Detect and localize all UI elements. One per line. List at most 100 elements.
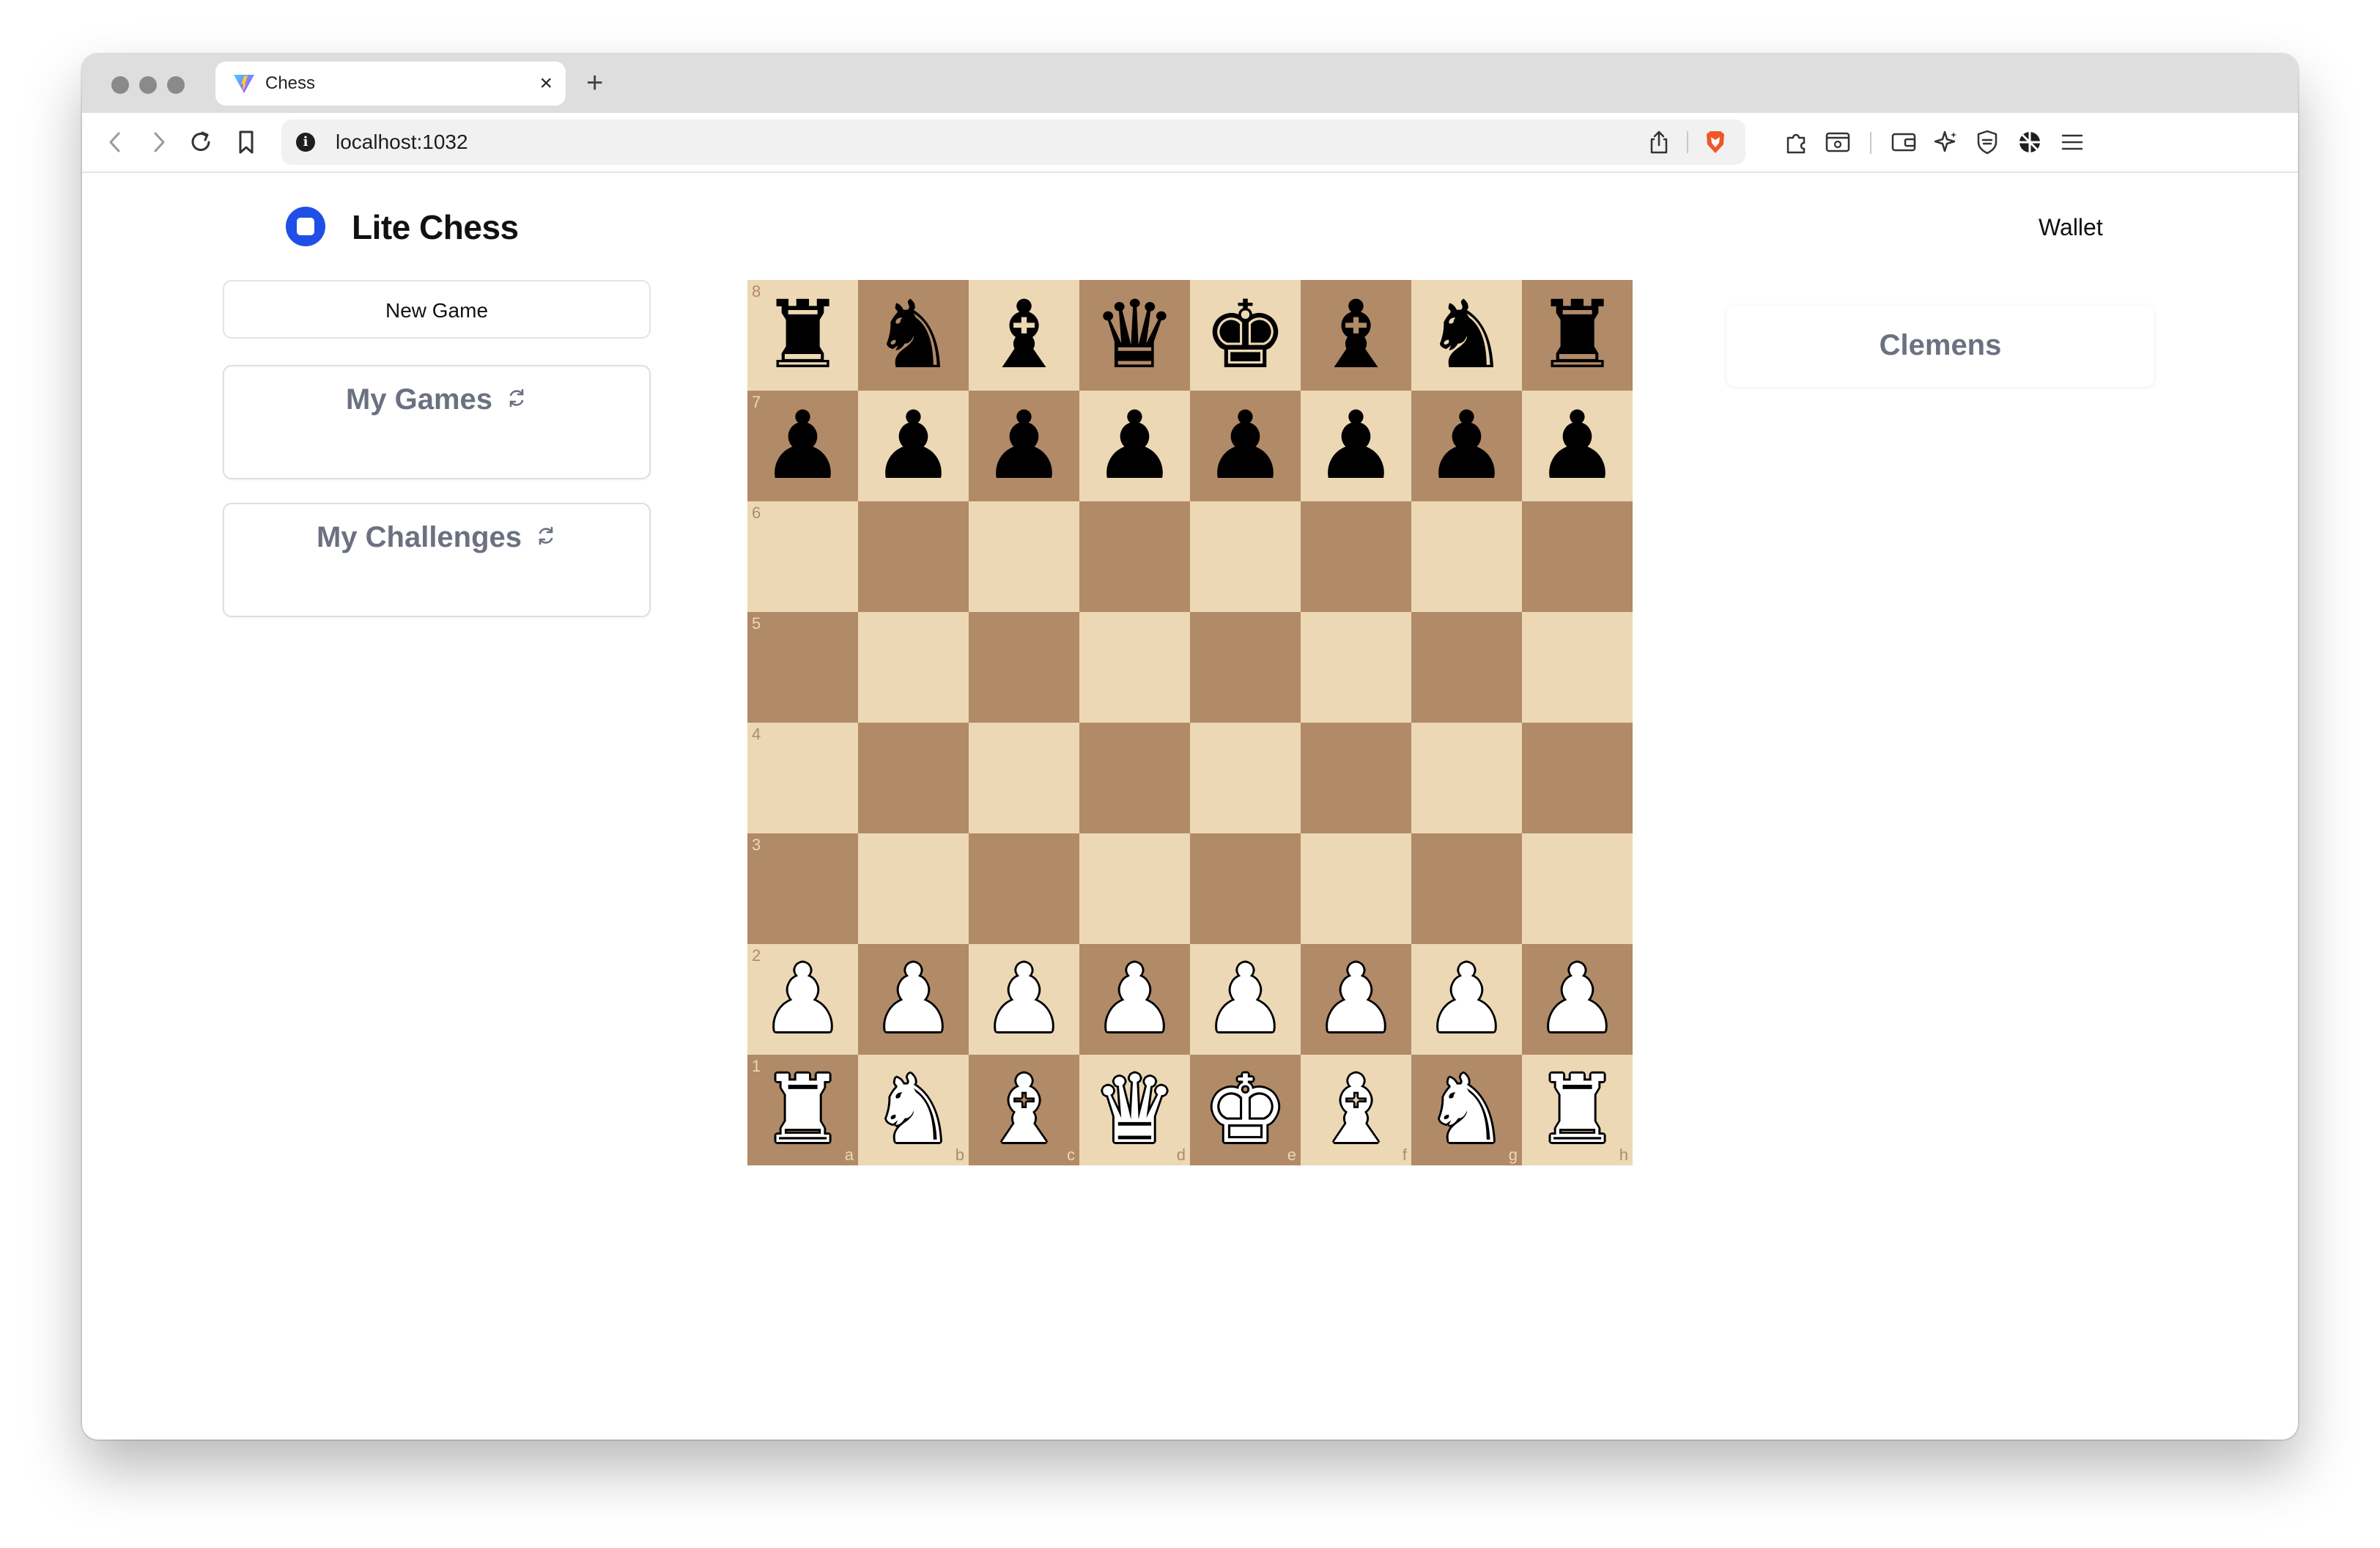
square-c7[interactable]: ♟ — [969, 391, 1079, 501]
black-rook-icon[interactable]: ♜ — [747, 280, 858, 391]
white-pawn-icon[interactable]: ♟ — [1522, 944, 1633, 1055]
extensions-icon[interactable] — [1781, 126, 1813, 158]
square-d7[interactable]: ♟ — [1079, 391, 1190, 501]
black-pawn-icon[interactable]: ♟ — [858, 391, 969, 501]
square-g2[interactable]: ♟ — [1411, 944, 1522, 1055]
white-rook-icon[interactable]: ♜ — [747, 1055, 858, 1165]
square-e4[interactable] — [1190, 723, 1301, 833]
white-queen-icon[interactable]: ♛ — [1079, 1055, 1190, 1165]
square-a6[interactable]: 6 — [747, 501, 858, 612]
close-window-button[interactable] — [111, 76, 129, 94]
white-king-icon[interactable]: ♚ — [1190, 1055, 1301, 1165]
square-b2[interactable]: ♟ — [858, 944, 969, 1055]
white-pawn-icon[interactable]: ♟ — [1301, 944, 1411, 1055]
square-e1[interactable]: e ♚ — [1190, 1055, 1301, 1165]
square-h6[interactable] — [1522, 501, 1633, 612]
square-a7[interactable]: 7 ♟ — [747, 391, 858, 501]
square-f5[interactable] — [1301, 612, 1411, 723]
square-h8[interactable]: ♜ — [1522, 280, 1633, 391]
square-a3[interactable]: 3 — [747, 833, 858, 944]
square-c5[interactable] — [969, 612, 1079, 723]
black-pawn-icon[interactable]: ♟ — [1079, 391, 1190, 501]
square-d5[interactable] — [1079, 612, 1190, 723]
refresh-challenges-icon[interactable] — [535, 525, 557, 547]
close-tab-icon[interactable]: × — [539, 69, 552, 98]
square-b1[interactable]: b ♞ — [858, 1055, 969, 1165]
square-h5[interactable] — [1522, 612, 1633, 723]
white-bishop-icon[interactable]: ♝ — [969, 1055, 1079, 1165]
square-f3[interactable] — [1301, 833, 1411, 944]
square-e8[interactable]: ♚ — [1190, 280, 1301, 391]
square-h2[interactable]: ♟ — [1522, 944, 1633, 1055]
black-knight-icon[interactable]: ♞ — [1411, 280, 1522, 391]
square-g4[interactable] — [1411, 723, 1522, 833]
black-bishop-icon[interactable]: ♝ — [969, 280, 1079, 391]
reader-mode-icon[interactable] — [1822, 126, 1854, 158]
square-b6[interactable] — [858, 501, 969, 612]
square-c2[interactable]: ♟ — [969, 944, 1079, 1055]
brave-shields-icon[interactable] — [1701, 128, 1729, 156]
white-pawn-icon[interactable]: ♟ — [858, 944, 969, 1055]
back-icon[interactable] — [100, 126, 132, 158]
black-king-icon[interactable]: ♚ — [1190, 280, 1301, 391]
wallet-link[interactable]: Wallet — [2039, 213, 2103, 242]
square-d3[interactable] — [1079, 833, 1190, 944]
square-f7[interactable]: ♟ — [1301, 391, 1411, 501]
forward-icon[interactable] — [142, 126, 174, 158]
square-d4[interactable] — [1079, 723, 1190, 833]
square-c1[interactable]: c ♝ — [969, 1055, 1079, 1165]
black-pawn-icon[interactable]: ♟ — [1411, 391, 1522, 501]
new-game-button[interactable]: New Game — [223, 280, 651, 339]
square-b8[interactable]: ♞ — [858, 280, 969, 391]
black-queen-icon[interactable]: ♛ — [1079, 280, 1190, 391]
square-b5[interactable] — [858, 612, 969, 723]
square-g7[interactable]: ♟ — [1411, 391, 1522, 501]
square-c8[interactable]: ♝ — [969, 280, 1079, 391]
refresh-games-icon[interactable] — [506, 387, 528, 409]
square-b4[interactable] — [858, 723, 969, 833]
black-pawn-icon[interactable]: ♟ — [1190, 391, 1301, 501]
square-e2[interactable]: ♟ — [1190, 944, 1301, 1055]
url-text[interactable]: localhost:1032 — [336, 130, 468, 155]
square-c4[interactable] — [969, 723, 1079, 833]
wallet-icon[interactable] — [1888, 126, 1920, 158]
white-pawn-icon[interactable]: ♟ — [747, 944, 858, 1055]
square-c6[interactable] — [969, 501, 1079, 612]
black-bishop-icon[interactable]: ♝ — [1301, 280, 1411, 391]
square-h7[interactable]: ♟ — [1522, 391, 1633, 501]
black-pawn-icon[interactable]: ♟ — [747, 391, 858, 501]
square-a4[interactable]: 4 — [747, 723, 858, 833]
square-f8[interactable]: ♝ — [1301, 280, 1411, 391]
square-g8[interactable]: ♞ — [1411, 280, 1522, 391]
zoom-window-button[interactable] — [167, 76, 185, 94]
vpn-shield-icon[interactable] — [1971, 126, 2003, 158]
minimize-window-button[interactable] — [139, 76, 157, 94]
black-knight-icon[interactable]: ♞ — [858, 280, 969, 391]
square-e5[interactable] — [1190, 612, 1301, 723]
white-rook-icon[interactable]: ♜ — [1522, 1055, 1633, 1165]
white-pawn-icon[interactable]: ♟ — [969, 944, 1079, 1055]
menu-icon[interactable] — [2056, 126, 2088, 158]
white-bishop-icon[interactable]: ♝ — [1301, 1055, 1411, 1165]
share-icon[interactable] — [1646, 129, 1672, 155]
address-bar[interactable]: i localhost:1032 — [281, 119, 1745, 165]
square-c3[interactable] — [969, 833, 1079, 944]
square-h3[interactable] — [1522, 833, 1633, 944]
square-a8[interactable]: 8 ♜ — [747, 280, 858, 391]
square-e6[interactable] — [1190, 501, 1301, 612]
white-pawn-icon[interactable]: ♟ — [1411, 944, 1522, 1055]
black-rook-icon[interactable]: ♜ — [1522, 280, 1633, 391]
new-tab-button[interactable]: + — [586, 64, 603, 101]
square-h1[interactable]: h ♜ — [1522, 1055, 1633, 1165]
square-d1[interactable]: d ♛ — [1079, 1055, 1190, 1165]
square-e3[interactable] — [1190, 833, 1301, 944]
square-g6[interactable] — [1411, 501, 1522, 612]
profile-extension-icon[interactable] — [2014, 126, 2046, 158]
white-knight-icon[interactable]: ♞ — [858, 1055, 969, 1165]
bookmark-icon[interactable] — [230, 126, 262, 158]
square-d8[interactable]: ♛ — [1079, 280, 1190, 391]
square-f1[interactable]: f ♝ — [1301, 1055, 1411, 1165]
white-knight-icon[interactable]: ♞ — [1411, 1055, 1522, 1165]
site-info-icon[interactable]: i — [296, 133, 315, 152]
square-f4[interactable] — [1301, 723, 1411, 833]
